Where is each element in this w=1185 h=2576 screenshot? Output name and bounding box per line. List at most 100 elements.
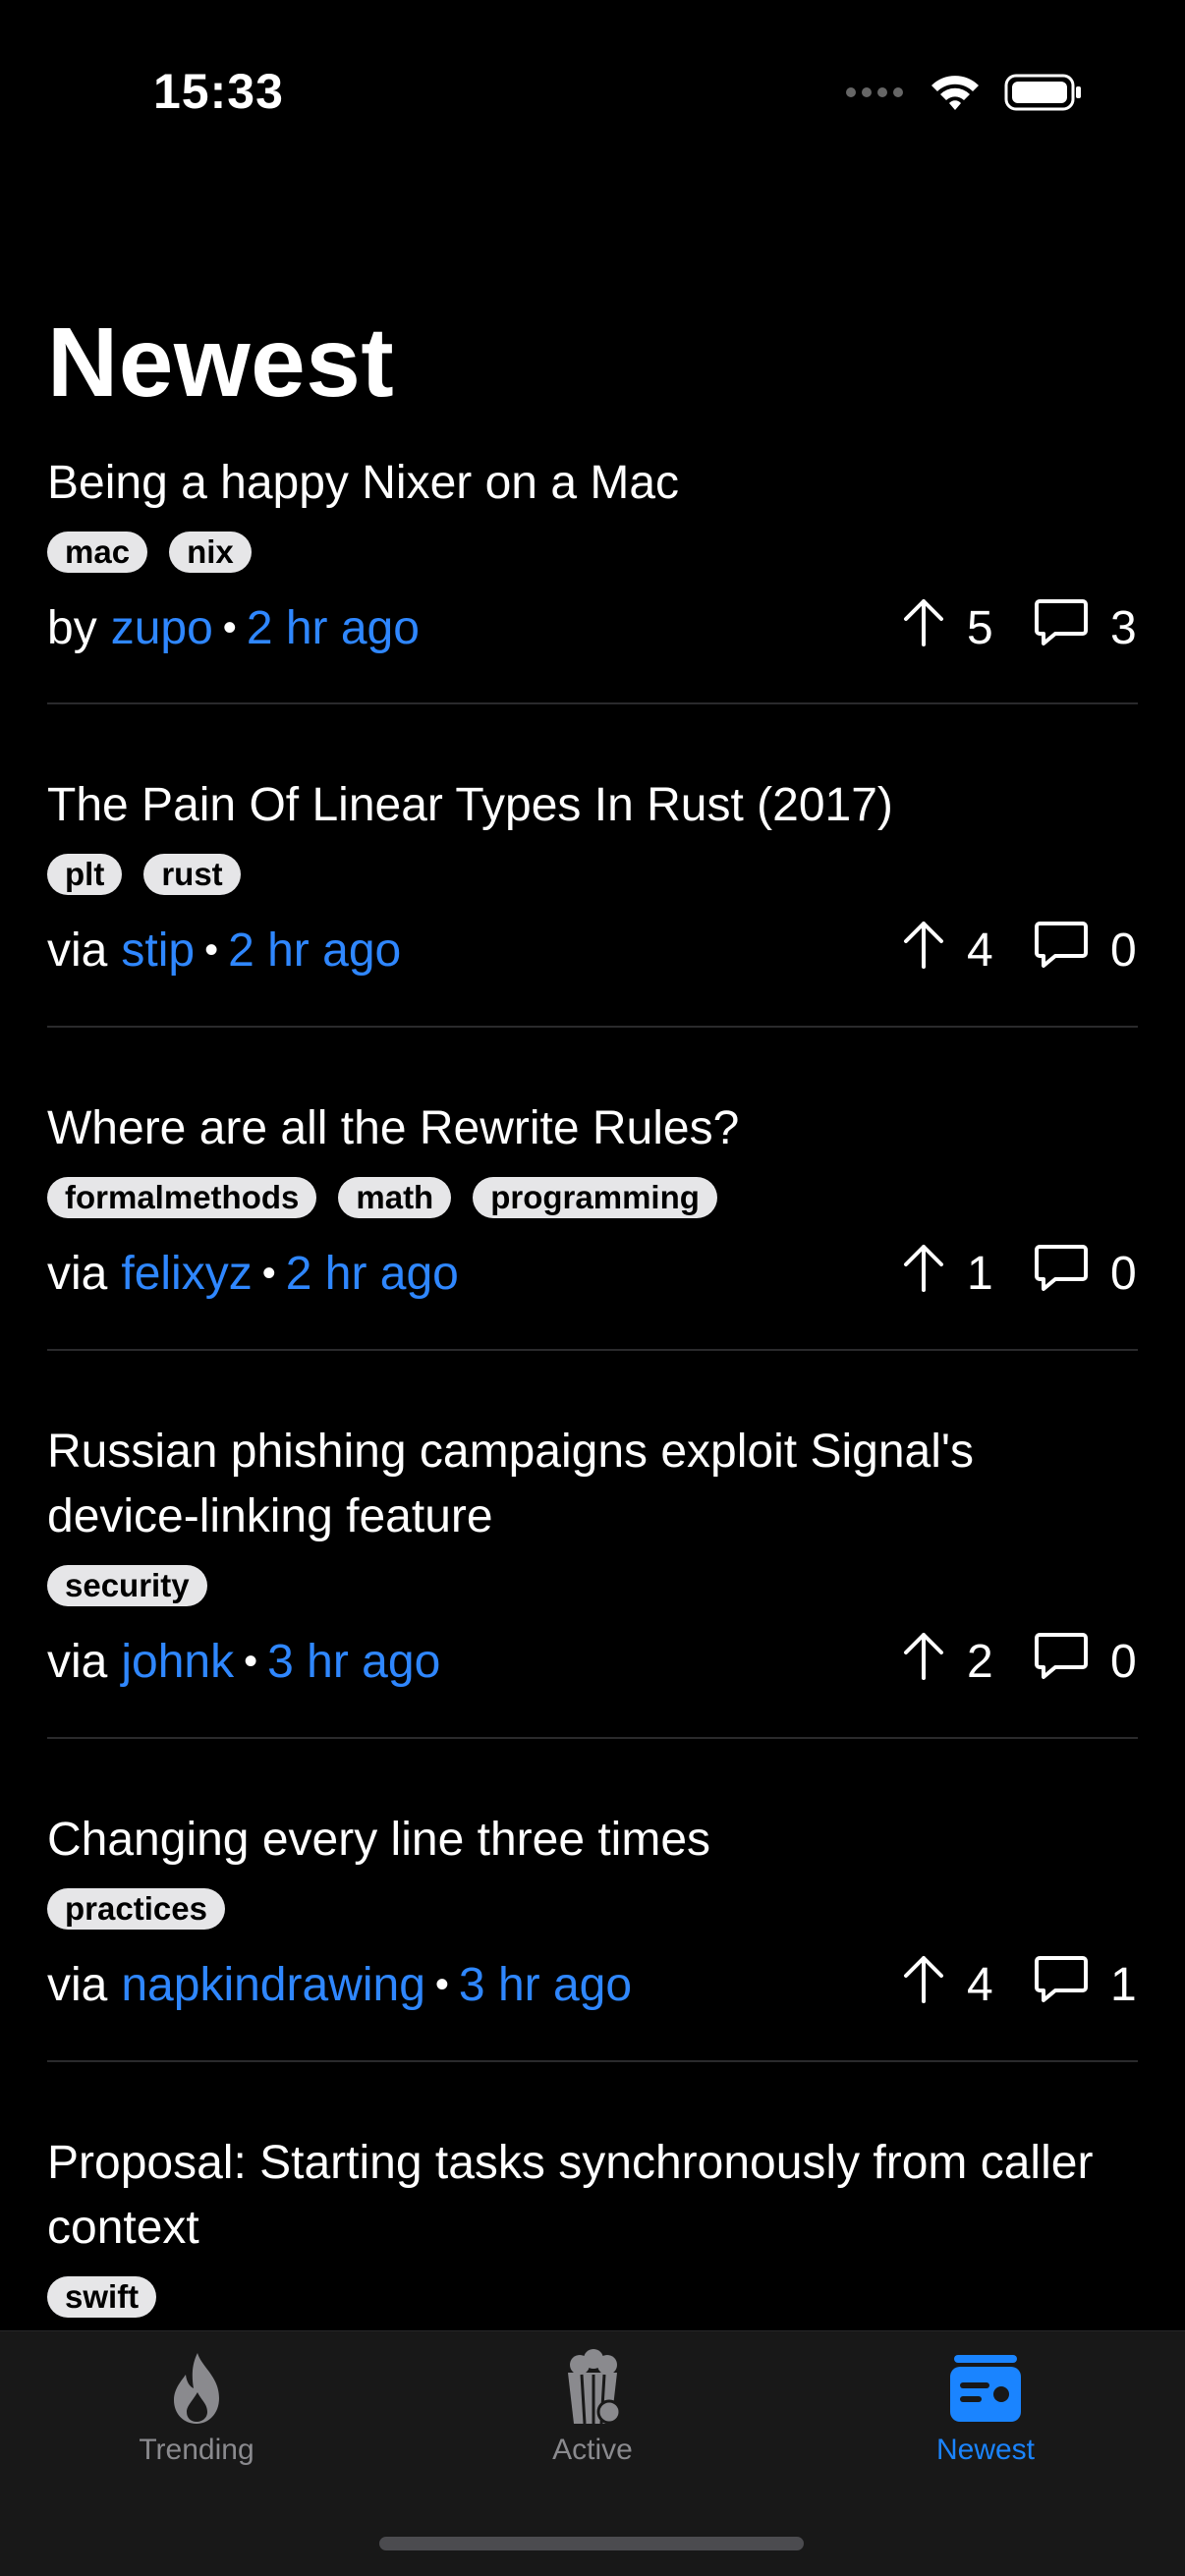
story-meta: via stip • 2 hr ago 4 0 <box>47 895 1138 1005</box>
comment-count: 0 <box>1110 924 1137 977</box>
upvote-arrow-icon[interactable] <box>902 1954 945 2015</box>
status-icons <box>845 73 1083 112</box>
upvote-arrow-icon[interactable] <box>902 920 945 980</box>
battery-icon <box>1004 73 1083 112</box>
separator-dot: • <box>434 1962 449 2006</box>
tag-list: practices <box>47 1888 1138 1930</box>
tab-label: Newest <box>935 2434 1036 2466</box>
cellular-signal-icon <box>845 85 906 99</box>
status-time: 15:33 <box>153 64 284 119</box>
timestamp-link[interactable]: 3 hr ago <box>267 1635 440 1689</box>
upvote-arrow-icon[interactable] <box>902 597 945 658</box>
comment-count: 0 <box>1110 1247 1137 1300</box>
tag-chip[interactable]: math <box>338 1177 452 1218</box>
byline: by zupo • 2 hr ago <box>47 601 420 655</box>
separator-dot: • <box>204 927 219 972</box>
tag-list: plt rust <box>47 854 1138 895</box>
popcorn-icon <box>475 2349 710 2428</box>
story-stats: 4 0 <box>902 920 1138 980</box>
tag-chip[interactable]: mac <box>47 532 148 573</box>
story-title[interactable]: Where are all the Rewrite Rules? <box>47 1096 1138 1161</box>
story-row[interactable]: Proposal: Starting tasks synchronously f… <box>47 2062 1138 2318</box>
tag-chip[interactable]: nix <box>169 532 252 573</box>
vote-count: 1 <box>967 1247 993 1300</box>
author-link[interactable]: napkindrawing <box>121 1958 425 2012</box>
byline: via johnk • 3 hr ago <box>47 1635 440 1689</box>
tag-list: security <box>47 1565 1138 1606</box>
story-feed[interactable]: Being a happy Nixer on a Mac mac nix by … <box>47 447 1138 2318</box>
byline: via stip • 2 hr ago <box>47 924 401 978</box>
comment-count: 0 <box>1110 1635 1137 1688</box>
story-title[interactable]: Changing every line three times <box>47 1808 1138 1873</box>
author-link[interactable]: johnk <box>121 1635 234 1689</box>
home-indicator[interactable] <box>379 2537 804 2550</box>
comment-bubble-icon[interactable] <box>1034 1631 1089 1692</box>
vote-count: 2 <box>967 1635 993 1688</box>
story-title[interactable]: The Pain Of Linear Types In Rust (2017) <box>47 773 1138 838</box>
flame-icon <box>79 2349 314 2428</box>
story-title[interactable]: Being a happy Nixer on a Mac <box>47 451 1138 516</box>
story-row[interactable]: Where are all the Rewrite Rules? formalm… <box>47 1028 1138 1351</box>
tag-chip[interactable]: swift <box>47 2276 157 2318</box>
newspaper-icon <box>868 2349 1103 2428</box>
tag-chip[interactable]: rust <box>143 854 241 895</box>
story-meta: via johnk • 3 hr ago 2 0 <box>47 1606 1138 1716</box>
upvote-arrow-icon[interactable] <box>902 1243 945 1304</box>
story-stats: 4 1 <box>902 1954 1138 2015</box>
tab-trending[interactable]: Trending <box>79 2349 314 2467</box>
comment-bubble-icon[interactable] <box>1034 597 1089 658</box>
tag-chip[interactable]: practices <box>47 1888 225 1930</box>
vote-count: 4 <box>967 1958 993 2011</box>
byline-prefix: via <box>47 1635 108 1688</box>
separator-dot: • <box>222 605 237 649</box>
author-link[interactable]: zupo <box>111 601 213 655</box>
author-link[interactable]: stip <box>121 924 195 978</box>
story-title[interactable]: Proposal: Starting tasks synchronously f… <box>47 2131 1138 2261</box>
tab-newest[interactable]: Newest <box>868 2349 1103 2467</box>
byline-prefix: via <box>47 1247 108 1300</box>
comment-bubble-icon[interactable] <box>1034 920 1089 980</box>
story-row[interactable]: Being a happy Nixer on a Mac mac nix by … <box>47 447 1138 704</box>
tag-list: formalmethods math programming <box>47 1177 1138 1218</box>
tag-list: swift <box>47 2276 1138 2318</box>
tab-active[interactable]: Active <box>475 2349 710 2467</box>
wifi-icon <box>930 73 981 112</box>
tag-chip[interactable]: plt <box>47 854 123 895</box>
story-row[interactable]: Changing every line three times practice… <box>47 1739 1138 2062</box>
timestamp-link[interactable]: 2 hr ago <box>247 601 420 655</box>
upvote-arrow-icon[interactable] <box>902 1631 945 1692</box>
story-row[interactable]: The Pain Of Linear Types In Rust (2017) … <box>47 704 1138 1028</box>
comment-bubble-icon[interactable] <box>1034 1243 1089 1304</box>
byline-prefix: via <box>47 924 108 977</box>
timestamp-link[interactable]: 3 hr ago <box>459 1958 632 2012</box>
vote-count: 4 <box>967 924 993 977</box>
comment-bubble-icon[interactable] <box>1034 1954 1089 2015</box>
separator-dot: • <box>244 1639 258 1683</box>
story-row[interactable]: Russian phishing campaigns exploit Signa… <box>47 1351 1138 1739</box>
story-meta: by zupo • 2 hr ago 5 3 <box>47 573 1138 683</box>
story-stats: 1 0 <box>902 1243 1138 1304</box>
screen: 15:33 Newest Being a happy Nixer on a Ma… <box>0 0 1185 2576</box>
byline: via napkindrawing • 3 hr ago <box>47 1958 632 2012</box>
page-title: Newest <box>47 308 395 418</box>
timestamp-link[interactable]: 2 hr ago <box>228 924 401 978</box>
author-link[interactable]: felixyz <box>121 1247 252 1301</box>
story-title[interactable]: Russian phishing campaigns exploit Signa… <box>47 1420 1138 1549</box>
tag-list: mac nix <box>47 532 1138 573</box>
story-stats: 2 0 <box>902 1631 1138 1692</box>
timestamp-link[interactable]: 2 hr ago <box>286 1247 459 1301</box>
separator-dot: • <box>261 1251 276 1295</box>
byline: via felixyz • 2 hr ago <box>47 1247 459 1301</box>
byline-prefix: via <box>47 1958 108 2011</box>
tag-chip[interactable]: security <box>47 1565 207 1606</box>
tab-label: Active <box>552 2434 633 2466</box>
story-meta: via napkindrawing • 3 hr ago 4 1 <box>47 1930 1138 2040</box>
byline-prefix: by <box>47 601 97 654</box>
tag-chip[interactable]: programming <box>473 1177 717 1218</box>
vote-count: 5 <box>967 601 993 654</box>
story-meta: via felixyz • 2 hr ago 1 0 <box>47 1218 1138 1328</box>
story-stats: 5 3 <box>902 597 1138 658</box>
tag-chip[interactable]: formalmethods <box>47 1177 317 1218</box>
comment-count: 1 <box>1110 1958 1137 2011</box>
tab-label: Trending <box>139 2434 254 2466</box>
